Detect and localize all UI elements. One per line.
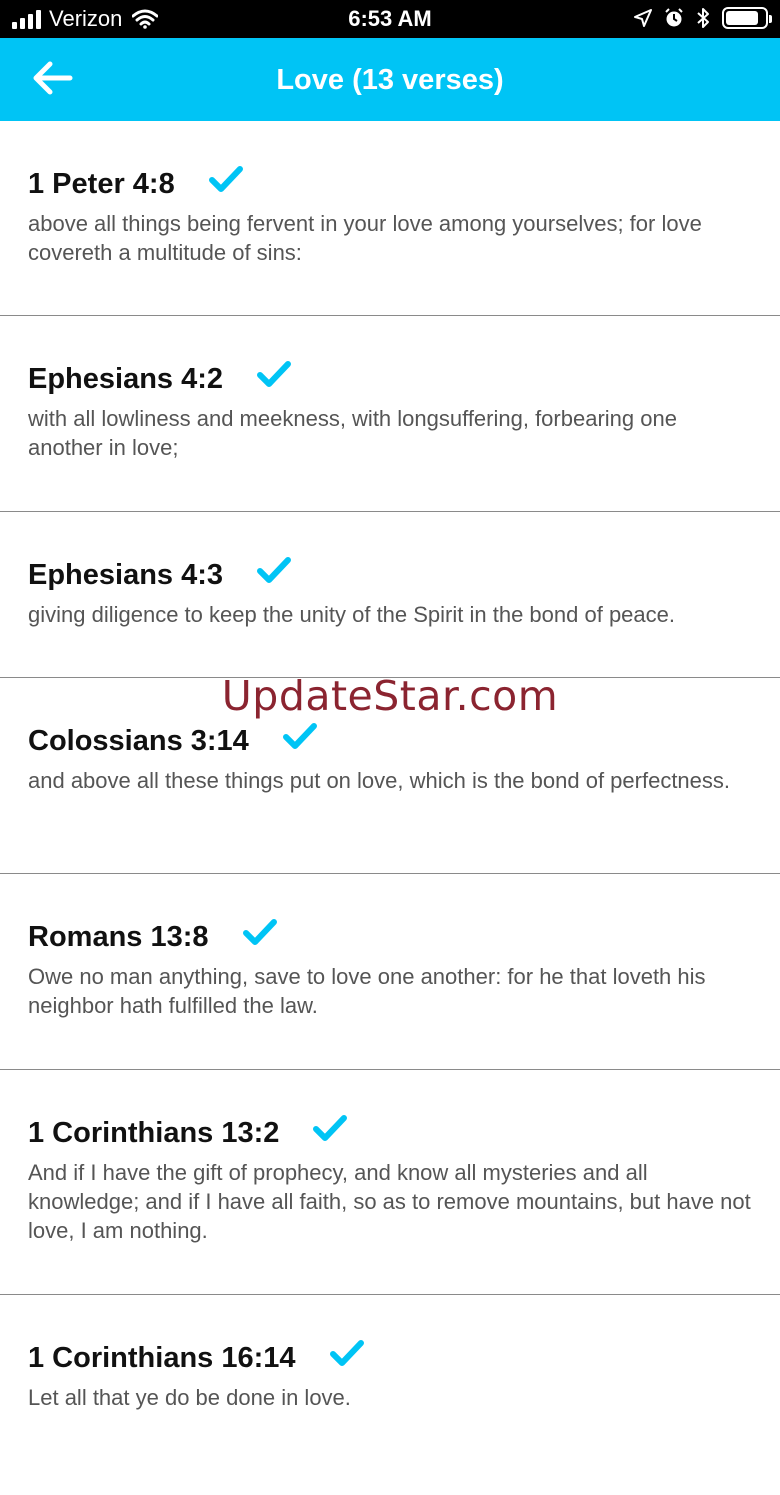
verse-text: Owe no man anything, save to love one an… <box>28 964 706 1018</box>
verse-item[interactable]: Romans 13:8 Owe no man anything, save to… <box>0 874 780 1070</box>
verse-text: giving diligence to keep the unity of th… <box>28 602 675 627</box>
verse-text: above all things being fervent in your l… <box>28 211 702 265</box>
verse-reference: Romans 13:8 <box>28 921 209 953</box>
status-bar: Verizon 6:53 AM <box>0 0 780 38</box>
battery-level <box>726 11 758 25</box>
checkmark-icon <box>257 557 292 583</box>
verse-reference: 1 Corinthians 16:14 <box>28 1342 296 1374</box>
status-right <box>634 7 772 29</box>
battery-icon <box>722 7 772 29</box>
location-arrow-icon <box>634 9 652 27</box>
verse-item[interactable]: 1 Corinthians 16:14 Let all that ye do b… <box>0 1295 780 1495</box>
verse-text: And if I have the gift of prophecy, and … <box>28 1160 751 1243</box>
verse-item[interactable]: Colossians 3:14 and above all these thin… <box>0 678 780 874</box>
verse-reference: Ephesians 4:3 <box>28 559 224 591</box>
checkmark-icon <box>313 1115 348 1141</box>
verse-item[interactable]: 1 Peter 4:8 above all things being ferve… <box>0 121 780 316</box>
verse-list: 1 Peter 4:8 above all things being ferve… <box>0 121 780 1495</box>
verse-text: with all lowliness and meekness, with lo… <box>28 406 677 460</box>
checkmark-icon <box>257 361 292 387</box>
verse-text: Let all that ye do be done in love. <box>28 1385 351 1410</box>
checkmark-icon <box>208 166 243 192</box>
page-title: Love (13 verses) <box>276 64 504 96</box>
verse-item[interactable]: 1 Corinthians 13:2 And if I have the gif… <box>0 1070 780 1295</box>
checkmark-icon <box>242 919 277 945</box>
verse-item[interactable]: Ephesians 4:3 giving diligence to keep t… <box>0 512 780 678</box>
alarm-clock-icon <box>665 8 683 27</box>
app-header: Love (13 verses) <box>0 38 780 121</box>
verse-reference: 1 Corinthians 13:2 <box>28 1117 280 1149</box>
verse-reference: Ephesians 4:2 <box>28 363 224 395</box>
bluetooth-icon <box>697 8 709 28</box>
checkmark-icon <box>329 1340 364 1366</box>
checkmark-icon <box>282 723 317 749</box>
verse-reference: Colossians 3:14 <box>28 725 249 757</box>
verse-reference: 1 Peter 4:8 <box>28 168 175 200</box>
verse-item[interactable]: Ephesians 4:2 with all lowliness and mee… <box>0 316 780 512</box>
verse-text: and above all these things put on love, … <box>28 768 731 793</box>
